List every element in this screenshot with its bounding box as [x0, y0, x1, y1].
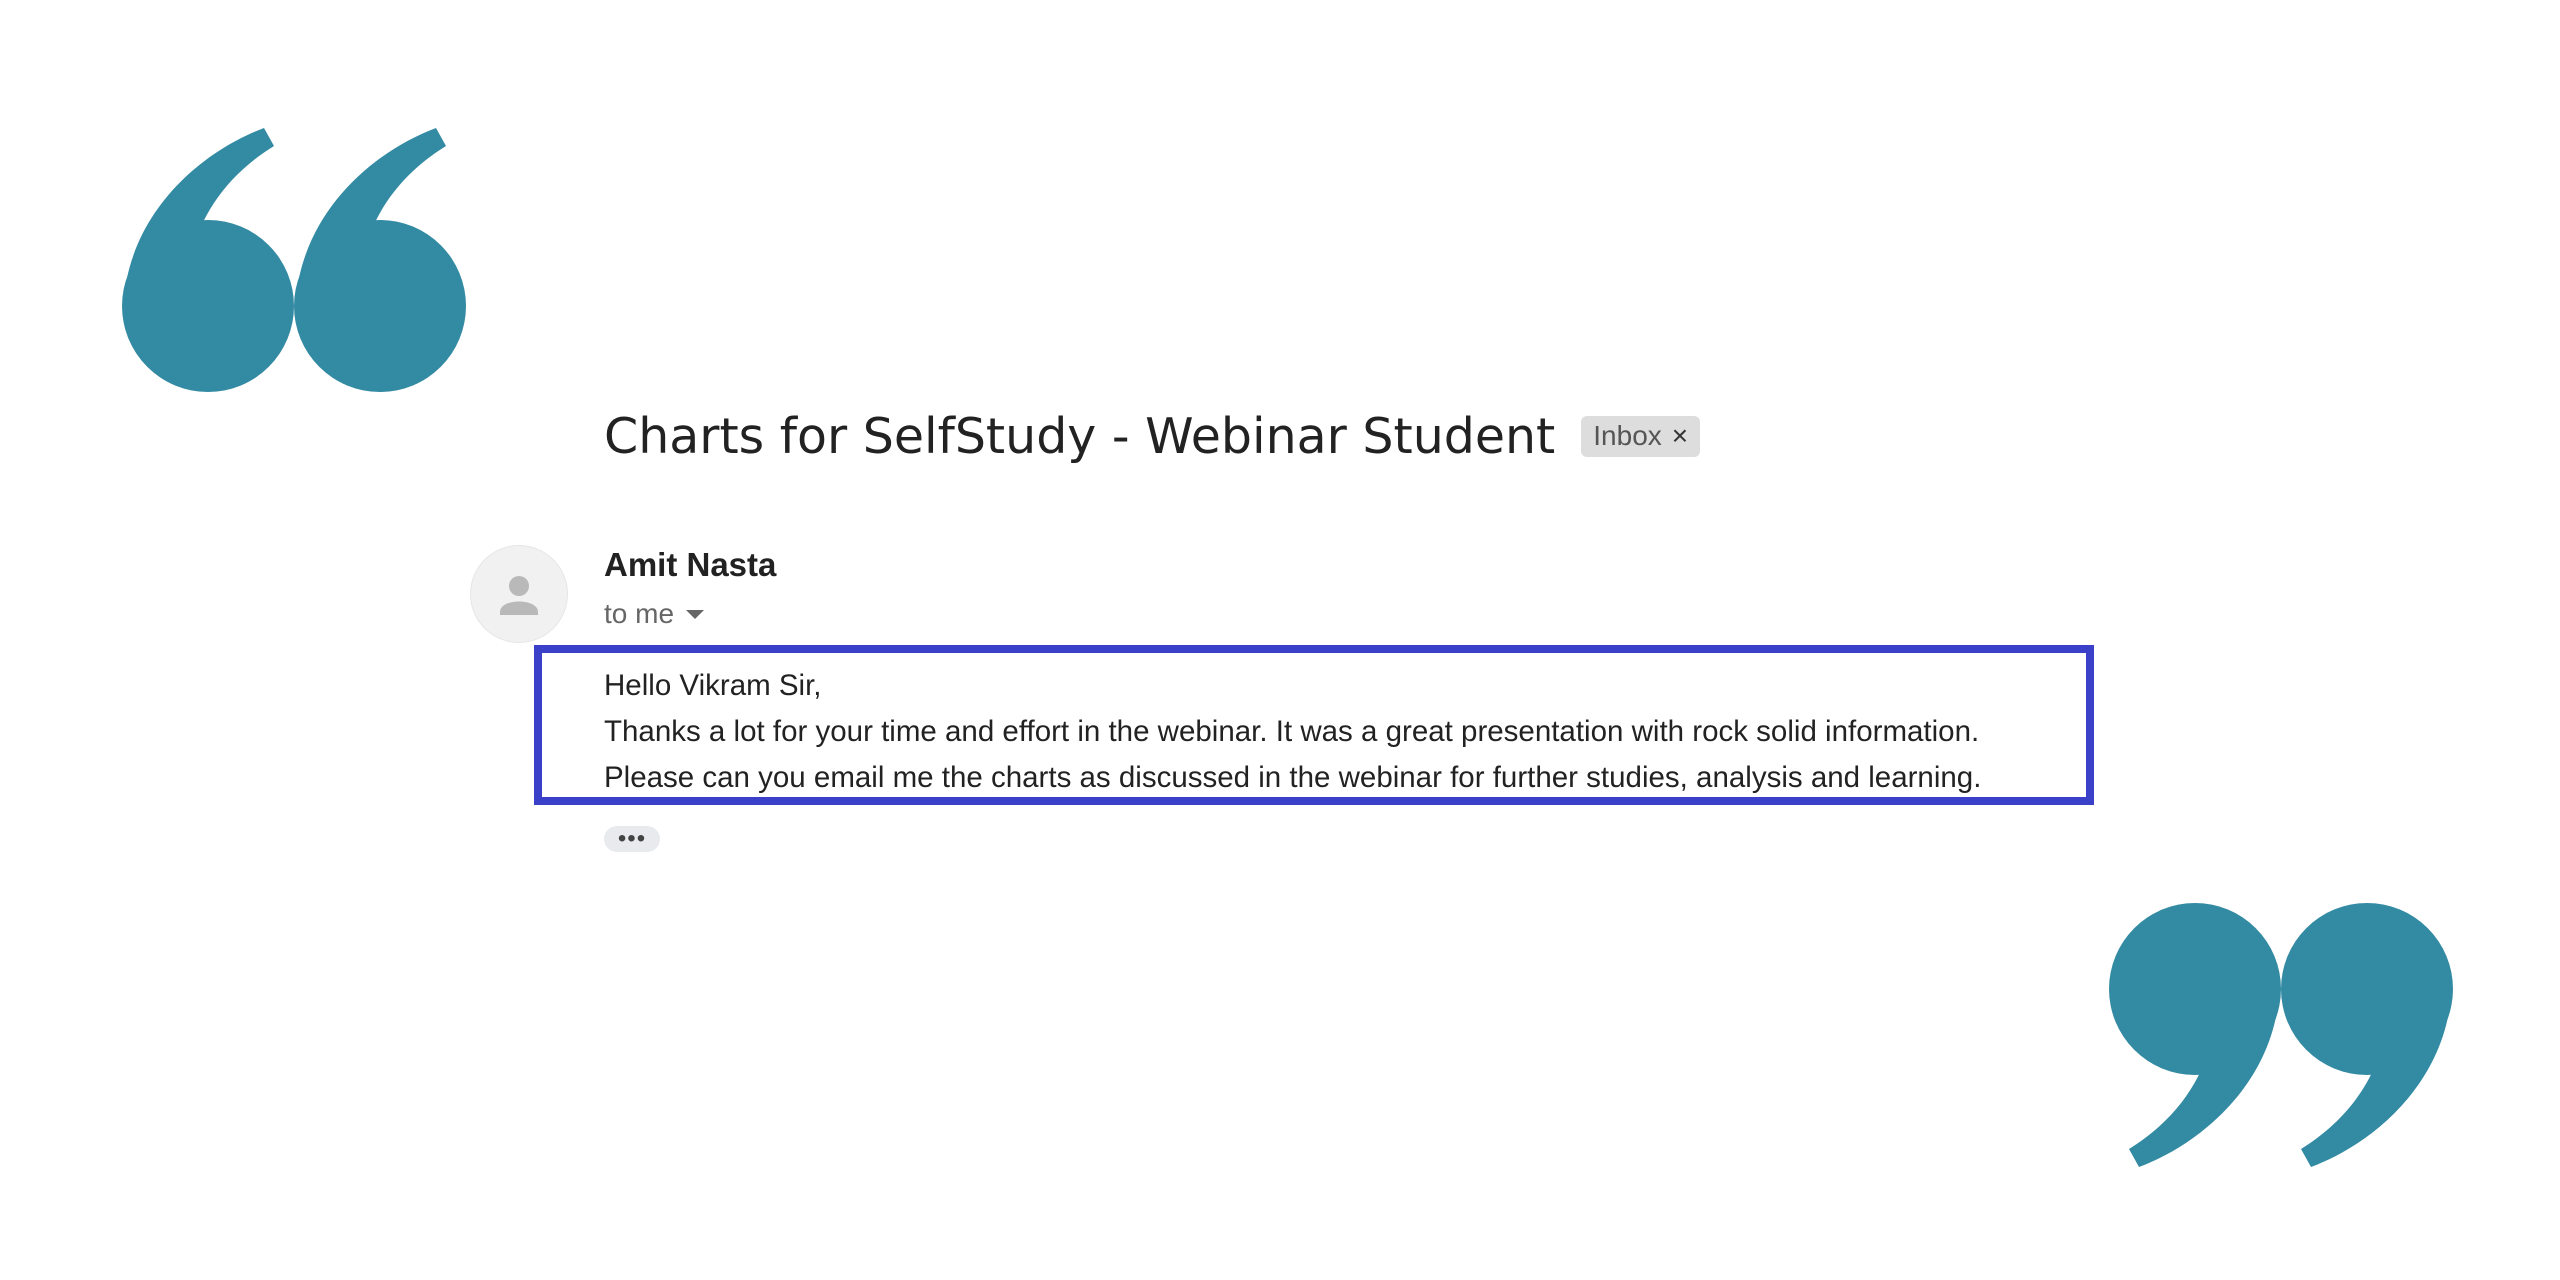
testimonial-page: Charts for SelfStudy - Webinar Student I…: [0, 0, 2560, 1280]
inbox-label-text: Inbox: [1593, 420, 1662, 451]
recipient-dropdown[interactable]: to me: [604, 598, 705, 630]
open-quote-icon: [122, 128, 466, 392]
email-subject: Charts for SelfStudy - Webinar Student: [604, 408, 1556, 465]
show-trimmed-content-button[interactable]: •••: [604, 826, 660, 852]
inbox-label-chip[interactable]: Inbox ×: [1581, 416, 1701, 457]
body-line-thanks: Thanks a lot for your time and effort in…: [604, 715, 1980, 748]
body-line-greeting: Hello Vikram Sir,: [604, 669, 822, 702]
close-quote-icon: [2109, 903, 2453, 1167]
subject-row: Charts for SelfStudy - Webinar Student I…: [604, 408, 1701, 465]
email-body: Hello Vikram Sir, Thanks a lot for your …: [604, 663, 1981, 801]
recipient-text: to me: [604, 598, 675, 629]
sender-avatar[interactable]: [470, 545, 568, 643]
caret-down-icon[interactable]: [686, 609, 705, 619]
remove-label-icon[interactable]: ×: [1672, 420, 1688, 452]
person-icon: [500, 576, 538, 615]
sender-name[interactable]: Amit Nasta: [604, 546, 776, 584]
body-line-request: Please can you email me the charts as di…: [604, 761, 1982, 794]
